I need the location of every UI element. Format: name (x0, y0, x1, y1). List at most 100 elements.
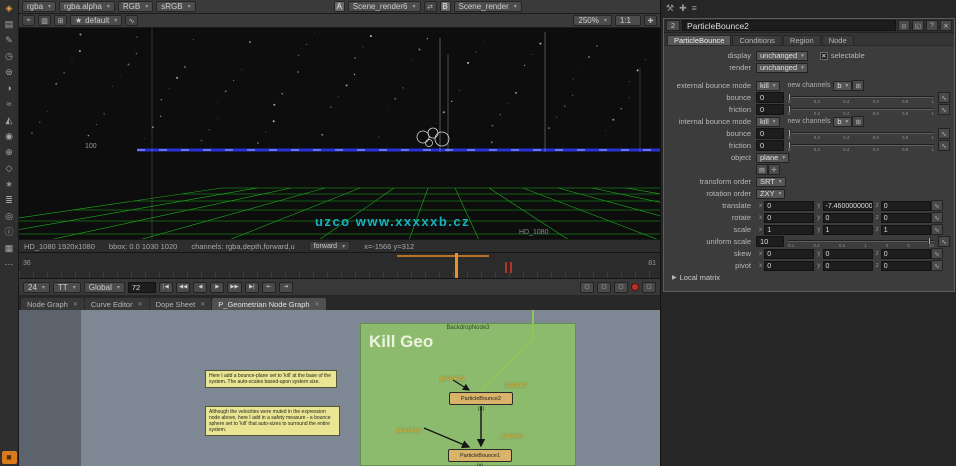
playback-mode-dropdown[interactable]: TT (53, 282, 81, 293)
external-bounce-mode-dropdown[interactable]: kill (756, 81, 780, 91)
nuke-logo-icon[interactable]: ◈ (2, 2, 17, 15)
merge-nodes-icon[interactable]: ◉ (2, 130, 17, 143)
uniform-scale-field[interactable]: 10 (756, 236, 784, 247)
close-tab-icon[interactable]: ✕ (315, 301, 320, 308)
pivot-z-field[interactable]: 0 (881, 261, 931, 271)
step-back-button[interactable]: ◀ (193, 282, 207, 293)
playhead[interactable] (455, 253, 458, 278)
close-tab-icon[interactable]: ✕ (200, 301, 205, 308)
image-nodes-icon[interactable]: ▤ (2, 18, 17, 31)
roi-icon[interactable]: ⌖ (22, 15, 35, 26)
bounce-slider[interactable]: 00.2 0.40.6 0.81 (788, 128, 934, 139)
node-graph-canvas[interactable]: BackdropNode3 Kill Geo Here I add a boun… (19, 310, 660, 466)
skew-z-field[interactable]: 0 (881, 249, 931, 259)
animation-menu-icon[interactable]: ∿ (938, 92, 950, 103)
skew-x-field[interactable]: 0 (764, 249, 814, 259)
new-channels-dropdown[interactable]: b (833, 117, 852, 127)
frame-range-mode-dropdown[interactable]: Global (84, 282, 125, 293)
scale-z-field[interactable]: 1 (881, 225, 931, 235)
object-dropdown[interactable]: plane (756, 153, 789, 163)
scale-x-field[interactable]: 1 (764, 225, 814, 235)
channels-dropdown[interactable]: rgba (22, 1, 56, 12)
skip-back-button[interactable]: ⇤ (262, 282, 276, 293)
close-tab-icon[interactable]: ✕ (73, 301, 78, 308)
close-tab-icon[interactable]: ✕ (138, 301, 143, 308)
file-icon[interactable]: ▤ (756, 164, 768, 175)
particles-nodes-icon[interactable]: ∗ (2, 178, 17, 191)
plus-icon[interactable]: ✚ (644, 15, 657, 26)
friction-field[interactable]: 0 (756, 140, 784, 151)
tab-conditions[interactable]: Conditions (732, 35, 781, 45)
pivot-x-field[interactable]: 0 (764, 261, 814, 271)
rotate-y-field[interactable]: 0 (823, 213, 873, 223)
layers-icon[interactable]: ▥ (38, 15, 51, 26)
uniform-scale-slider[interactable]: 0.10.2 0.51 25 10 (788, 236, 934, 247)
translate-x-field[interactable]: 0 (764, 201, 814, 211)
friction-slider[interactable]: 00.2 0.40.6 0.81 (788, 140, 934, 151)
bounce-slider[interactable]: 00.2 0.40.6 0.81 (788, 92, 934, 103)
toggle-icon[interactable]: ▢ (642, 282, 656, 293)
fps-dropdown[interactable]: 24 (23, 282, 50, 293)
display-dropdown[interactable]: unchanged (756, 51, 808, 61)
friction-field[interactable]: 0 (756, 104, 784, 115)
prev-keyframe-button[interactable]: ◀◀ (176, 282, 190, 293)
friction-slider[interactable]: 00.2 0.40.6 0.81 (788, 104, 934, 115)
deep-nodes-icon[interactable]: ≣ (2, 194, 17, 207)
render-dropdown[interactable]: unchanged (756, 63, 808, 73)
toggle-icon[interactable]: ▢ (580, 282, 594, 293)
bounce-field[interactable]: 0 (756, 92, 784, 103)
motion-view-dropdown[interactable]: forward (309, 241, 350, 251)
colorspace-dropdown[interactable]: sRGB (156, 1, 195, 12)
wave-icon[interactable]: ∿ (125, 15, 138, 26)
zoom-dropdown[interactable]: 250% (573, 15, 611, 26)
goto-start-button[interactable]: |◀ (159, 282, 173, 293)
axis-icon[interactable]: ✛ (768, 164, 780, 175)
grid-icon[interactable]: ⊞ (54, 15, 67, 26)
plus-icon[interactable]: ✚ (679, 3, 687, 14)
transform-order-dropdown[interactable]: SRT (756, 177, 786, 187)
node-particlebounce1[interactable]: ParticleBounce1 (448, 449, 512, 462)
pivot-y-field[interactable]: 0 (823, 261, 873, 271)
metadata-nodes-icon[interactable]: ⓘ (2, 226, 17, 239)
rotation-order-dropdown[interactable]: ZXY (756, 189, 785, 199)
bounce-field[interactable]: 0 (756, 128, 784, 139)
transform-nodes-icon[interactable]: ⊕ (2, 146, 17, 159)
animation-menu-icon[interactable]: ∿ (931, 212, 943, 223)
draw-nodes-icon[interactable]: ✎ (2, 34, 17, 47)
record-icon[interactable] (631, 283, 639, 291)
selectable-checkbox[interactable]: ✕ (820, 52, 828, 60)
toggle-icon[interactable]: ▢ (614, 282, 628, 293)
tab-dope-sheet[interactable]: Dope Sheet ✕ (150, 298, 212, 310)
toolsets-icon[interactable]: ▦ (2, 242, 17, 255)
tab-group-node-graph[interactable]: P_Geometrian Node Graph ✕ (212, 298, 325, 310)
animation-menu-icon[interactable]: ∿ (931, 224, 943, 235)
tab-region[interactable]: Region (783, 35, 821, 45)
animation-menu-icon[interactable]: ∿ (938, 104, 950, 115)
float-panel-icon[interactable]: ◱ (912, 20, 924, 31)
filter-nodes-icon[interactable]: ≈ (2, 98, 17, 111)
sticky-note[interactable]: Here I add a bounce-plane set to 'kill' … (205, 370, 337, 388)
rotate-z-field[interactable]: 0 (881, 213, 931, 223)
scale-y-field[interactable]: 1 (823, 225, 873, 235)
animation-menu-icon[interactable]: ∿ (938, 236, 950, 247)
center-node-icon[interactable]: ⊙ (898, 20, 910, 31)
channel-nodes-icon[interactable]: ⊜ (2, 66, 17, 79)
toggle-icon[interactable]: ▢ (597, 282, 611, 293)
input-b-dropdown[interactable]: Scene_render (454, 1, 522, 12)
viewer-preset-dropdown[interactable]: ★ default (70, 15, 122, 26)
ab-wipe-icon[interactable]: ⇄ (424, 1, 437, 12)
keyer-nodes-icon[interactable]: ◭ (2, 114, 17, 127)
skip-forward-button[interactable]: ⇥ (279, 282, 293, 293)
color-nodes-icon[interactable]: ◑ (2, 82, 17, 95)
input-a-dropdown[interactable]: Scene_render6 (348, 1, 421, 12)
views-nodes-icon[interactable]: ◎ (2, 210, 17, 223)
next-keyframe-button[interactable]: ▶▶ (227, 282, 241, 293)
close-panel-icon[interactable]: ✕ (940, 20, 952, 31)
sticky-note[interactable]: Although the velocities were muted in th… (205, 406, 340, 436)
input-a-badge[interactable]: A (334, 1, 345, 12)
goto-end-button[interactable]: ▶| (245, 282, 259, 293)
animation-menu-icon[interactable]: ∿ (931, 248, 943, 259)
animation-menu-icon[interactable]: ∿ (931, 200, 943, 211)
new-channels-dropdown[interactable]: b (833, 81, 852, 91)
display-channels-dropdown[interactable]: RGB (118, 1, 153, 12)
